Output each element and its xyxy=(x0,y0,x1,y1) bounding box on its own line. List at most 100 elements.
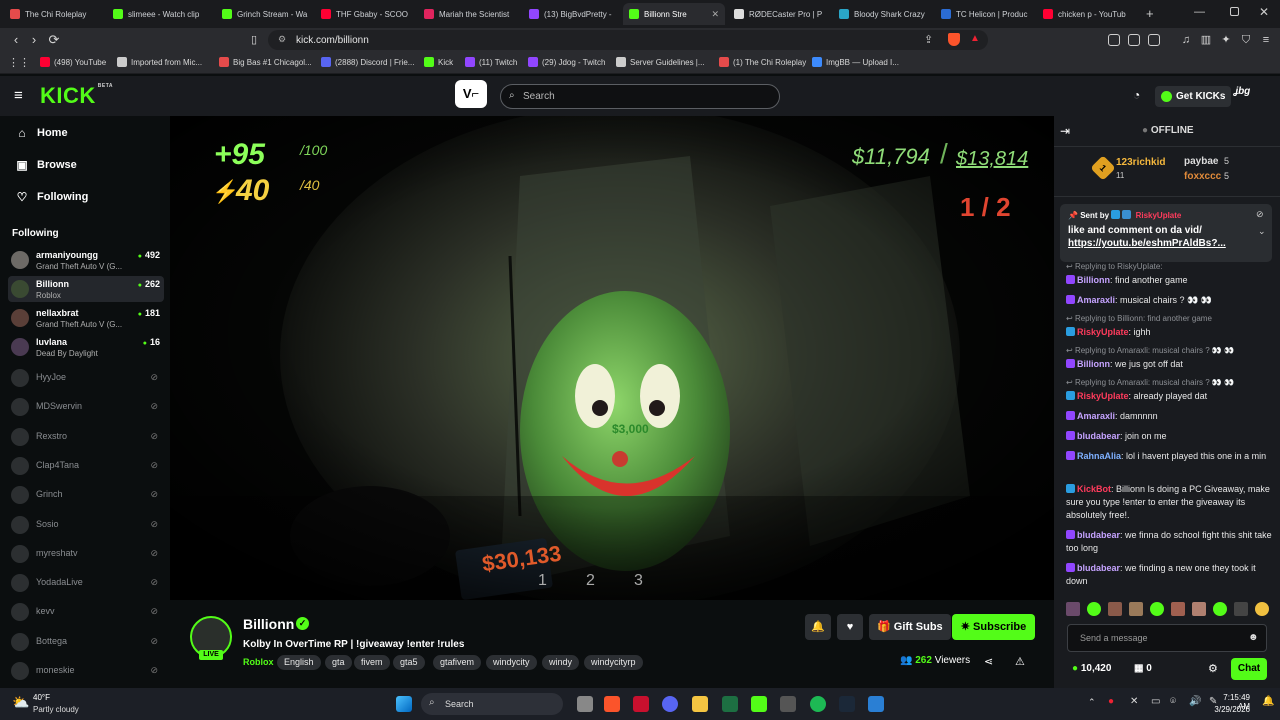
gifts-count[interactable]: ▦ 0 xyxy=(1134,663,1152,674)
chat-username[interactable]: bludabear xyxy=(1077,431,1120,441)
reply-reference[interactable]: ↩ Replying to Amaraxli: musical chairs ?… xyxy=(1066,378,1276,387)
nav-browse[interactable]: ▣ Browse xyxy=(16,158,76,172)
browser-tab[interactable]: The Chi Roleplay xyxy=(4,3,104,25)
menu-icon[interactable]: ≡ xyxy=(1258,32,1274,48)
emoji-icon[interactable]: ☻ xyxy=(1248,632,1259,643)
followed-channel-offline[interactable]: kevv ⊘ xyxy=(8,599,164,625)
bookmark-icon[interactable]: ▯ xyxy=(246,32,262,48)
file-explorer-icon[interactable] xyxy=(577,696,593,712)
brave-shield-icon[interactable] xyxy=(948,33,960,46)
browser-tab[interactable]: (13) BigBvdPretty - xyxy=(523,3,619,25)
chat-settings-icon[interactable]: ⚙ xyxy=(1208,662,1218,675)
back-button[interactable]: ‹ xyxy=(8,32,24,48)
stream-tag[interactable]: windycityrp xyxy=(584,655,643,670)
bookmark-item[interactable]: Server Guidelines |... xyxy=(616,57,705,67)
followed-channel-offline[interactable]: myreshatv ⊘ xyxy=(8,541,164,567)
bookmark-item[interactable]: (498) YouTube xyxy=(40,57,106,67)
notifications-icon[interactable]: ◔ xyxy=(1133,88,1140,102)
brave-taskbar-icon[interactable] xyxy=(604,696,620,712)
followed-channel-offline[interactable]: Bottega ⊘ xyxy=(8,629,164,655)
unpin-icon[interactable]: ⊘ xyxy=(1256,209,1264,220)
url-field[interactable]: ⚙ kick.com/billionn ⇪ ▲ xyxy=(268,30,988,50)
clock-date[interactable]: 3/29/2026 xyxy=(1210,705,1250,714)
bookmark-item[interactable]: (11) Twitch xyxy=(465,57,517,67)
media-icon[interactable]: ♫ xyxy=(1178,32,1194,48)
maximize-button[interactable] xyxy=(1230,7,1239,16)
stream-category[interactable]: Roblox xyxy=(243,657,274,667)
close-window-button[interactable]: ✕ xyxy=(1259,5,1269,19)
followed-channel-live[interactable]: armaniyoungg Grand Theft Auto V (G... 492 xyxy=(8,247,164,273)
app-a-icon[interactable] xyxy=(633,696,649,712)
stream-tag[interactable]: gta5 xyxy=(393,655,425,670)
bookmark-item[interactable]: Imported from Mic... xyxy=(117,57,202,67)
pinned-link[interactable]: https://youtu.be/eshmPrAldBs?... xyxy=(1068,238,1226,249)
collapse-chat-icon[interactable]: ⇥ xyxy=(1060,124,1070,138)
browser-tab[interactable]: Bloody Shark Crazy xyxy=(833,3,932,25)
excel-taskbar-icon[interactable] xyxy=(722,696,738,712)
browser-tab[interactable]: TC Helicon | Produc xyxy=(935,3,1034,25)
stream-tag[interactable]: windy xyxy=(542,655,580,670)
tray-overflow-icon[interactable]: ⌃ xyxy=(1088,697,1096,708)
chat-username[interactable]: RahnaAlia xyxy=(1077,451,1121,461)
volume-icon[interactable]: 🔊 xyxy=(1189,696,1201,707)
bookmark-item[interactable]: ImgBB — Upload I... xyxy=(812,57,899,67)
chat-message-input[interactable]: Send a message ☻ xyxy=(1067,624,1267,652)
stream-tag[interactable]: English xyxy=(277,655,321,670)
browser-tab[interactable]: slimeee - Watch clip xyxy=(107,3,213,25)
vpn-icon[interactable]: ⛉ xyxy=(1238,32,1254,48)
tray-icon-2[interactable]: ✕ xyxy=(1130,696,1138,707)
v-logo-button[interactable]: V⌐ xyxy=(455,80,487,108)
network-icon[interactable]: ⌾ xyxy=(1170,696,1176,707)
bookmark-item[interactable]: (2888) Discord | Frie... xyxy=(321,57,414,67)
extension-icon-2[interactable] xyxy=(1128,34,1140,46)
browser-tab[interactable]: Billionn Stre ✕ xyxy=(623,3,725,25)
chat-username[interactable]: RiskyUpIate xyxy=(1077,391,1129,401)
app-wave-icon[interactable] xyxy=(868,696,884,712)
follow-heart-button[interactable]: ♥ xyxy=(837,614,863,640)
spotify-taskbar-icon[interactable] xyxy=(810,696,826,712)
followed-channel-offline[interactable]: Grinch ⊘ xyxy=(8,482,164,508)
leader-second-name[interactable]: paybae xyxy=(1184,156,1218,167)
chat-username[interactable]: Amaraxli xyxy=(1077,411,1115,421)
minimize-button[interactable]: — xyxy=(1194,6,1205,18)
kick-taskbar-icon[interactable] xyxy=(751,696,767,712)
nav-home[interactable]: ⌂ Home xyxy=(16,126,67,140)
taskbar-search[interactable]: ⌕ Search xyxy=(421,693,563,715)
discord-taskbar-icon[interactable] xyxy=(662,696,678,712)
bookmark-item[interactable]: Big Bas #1 Chicagol... xyxy=(219,57,312,67)
reload-button[interactable]: ⟳ xyxy=(46,32,62,48)
chat-username[interactable]: bludabear xyxy=(1077,530,1120,540)
followed-channel-live[interactable]: Billionn Roblox 262 xyxy=(8,276,164,302)
forward-button[interactable]: › xyxy=(26,32,42,48)
stream-tag[interactable]: windycity xyxy=(486,655,537,670)
share-icon[interactable]: ⇪ xyxy=(924,33,933,46)
chat-send-button[interactable]: Chat xyxy=(1231,658,1267,680)
followed-channel-offline[interactable]: MDSwervin ⊘ xyxy=(8,394,164,420)
bookmark-item[interactable]: Kick xyxy=(424,57,453,67)
video-player[interactable]: +95 /100 ⚡ 40 /40 $11,794 / $13,814 1 / … xyxy=(170,116,1054,600)
chat-username[interactable]: KickBot xyxy=(1077,484,1111,494)
followed-channel-offline[interactable]: Sosio ⊘ xyxy=(8,512,164,538)
notification-center-icon[interactable]: 🔔 xyxy=(1262,696,1274,707)
extension-icon-3[interactable] xyxy=(1148,34,1160,46)
app-g-icon[interactable] xyxy=(780,696,796,712)
stream-tag[interactable]: fivem xyxy=(354,655,390,670)
browser-tab[interactable]: Grinch Stream - Wa xyxy=(216,3,312,25)
close-tab-icon[interactable]: ✕ xyxy=(711,9,719,20)
reply-reference[interactable]: ↩ Replying to Billionn: find another gam… xyxy=(1066,314,1276,323)
browser-tab[interactable]: RØDECaster Pro | P xyxy=(728,3,830,25)
extension-icon-1[interactable] xyxy=(1108,34,1120,46)
chat-username[interactable]: Billionn xyxy=(1077,359,1110,369)
tray-icon-1[interactable]: ● xyxy=(1108,696,1114,707)
hamburger-menu-icon[interactable]: ≡ xyxy=(14,87,23,104)
gift-subs-button[interactable]: 🎁 Gift Subs xyxy=(869,614,951,640)
leader-first-name[interactable]: 123richkid xyxy=(1116,157,1165,168)
leo-icon[interactable]: ✦ xyxy=(1218,32,1234,48)
search-input[interactable]: ⌕ Search xyxy=(500,84,780,109)
browser-tab[interactable]: THF Gbaby - SCOO xyxy=(315,3,415,25)
share-icon[interactable]: ⋖ xyxy=(984,655,993,668)
nav-following[interactable]: ♡ Following xyxy=(16,190,89,204)
followed-channel-offline[interactable]: HyyJoe ⊘ xyxy=(8,365,164,391)
chat-username[interactable]: Billionn xyxy=(1077,275,1110,285)
chat-username[interactable]: Amaraxli xyxy=(1077,295,1115,305)
